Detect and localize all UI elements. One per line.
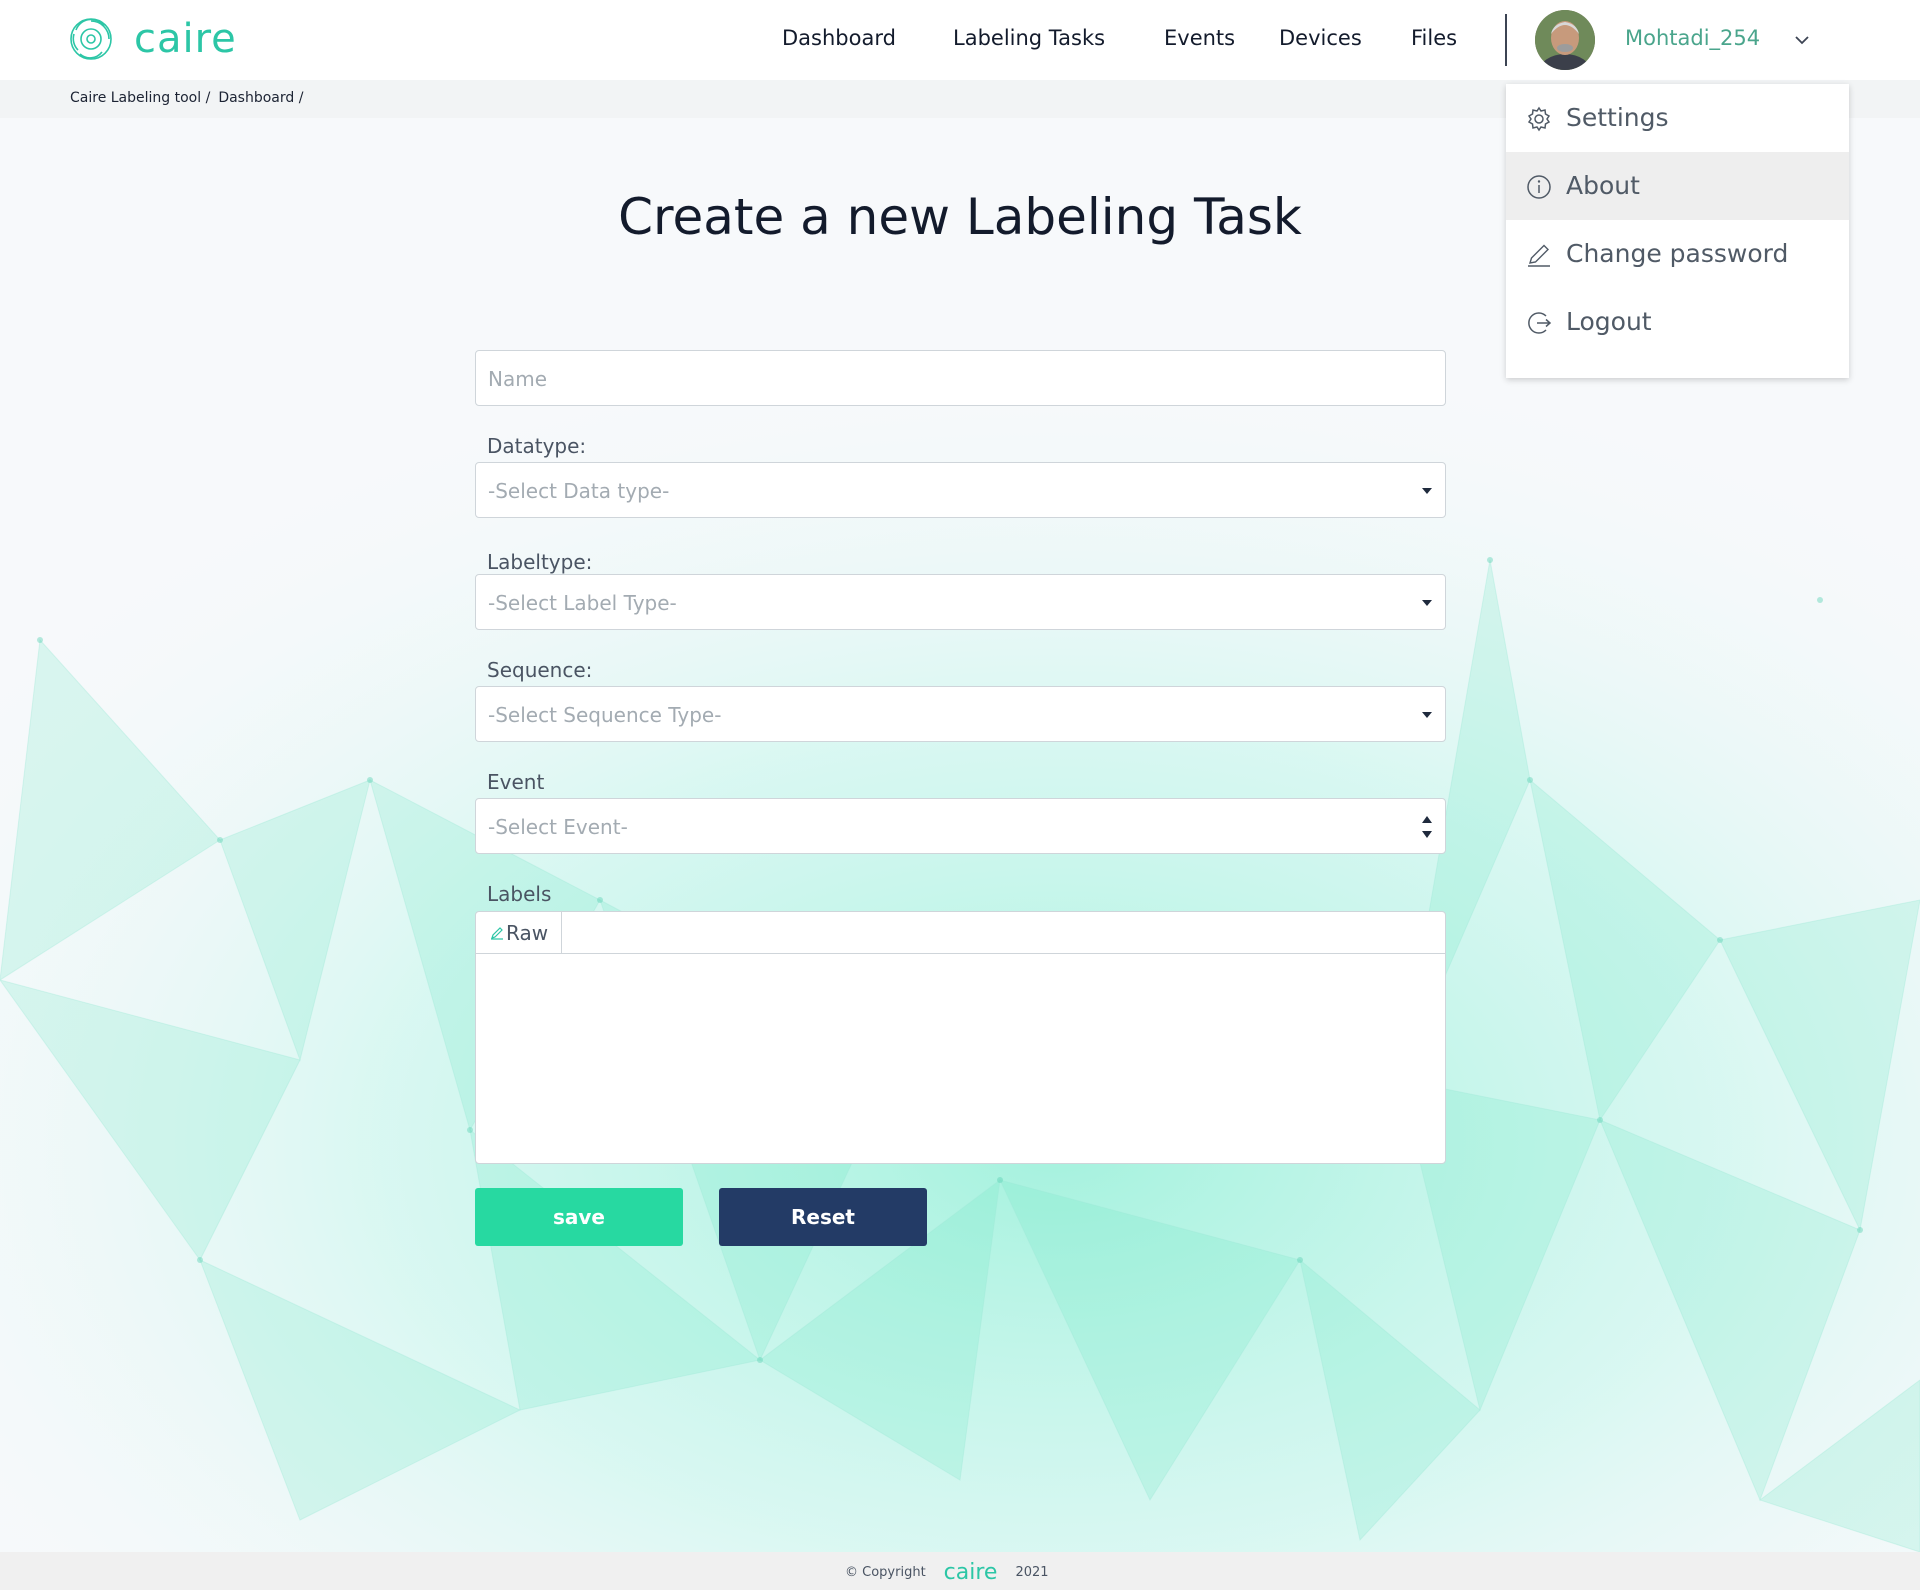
sequence-label: Sequence: — [487, 658, 593, 682]
footer-year: 2021 — [1015, 1565, 1049, 1580]
spinner-arrows-icon — [1422, 816, 1432, 838]
breadcrumb-item-home[interactable]: Caire Labeling tool / — [70, 90, 210, 106]
name-placeholder: Name — [488, 367, 548, 391]
event-label: Event — [487, 770, 545, 794]
breadcrumb-item-dashboard[interactable]: Dashboard / — [218, 90, 303, 106]
copyright-text: © Copyright — [845, 1565, 926, 1580]
footer: © Copyright caire 2021 — [0, 1552, 1920, 1590]
editor-toolbar: Raw — [476, 912, 1445, 954]
logout-icon — [1528, 312, 1552, 334]
info-icon — [1527, 175, 1551, 199]
event-select[interactable]: -Select Event- — [475, 798, 1446, 854]
breadcrumb: Caire Labeling tool / Dashboard / — [70, 90, 303, 106]
menu-item-settings[interactable]: Settings — [1506, 84, 1849, 152]
user-name[interactable]: Mohtadi_254 — [1625, 26, 1760, 50]
footer-brand: caire — [943, 1560, 998, 1585]
brand-name: caire — [134, 16, 237, 62]
user-menu: Settings About Change password Logout — [1506, 84, 1849, 378]
menu-item-change-password[interactable]: Change password — [1506, 220, 1849, 288]
labels-editor: Raw — [475, 911, 1446, 1164]
footer-content: © Copyright caire 2021 — [845, 1560, 1049, 1585]
pencil-icon — [491, 927, 503, 940]
menu-item-about[interactable]: About — [1506, 152, 1849, 220]
nav-events[interactable]: Events — [1164, 26, 1235, 50]
datatype-label: Datatype: — [487, 434, 587, 458]
copyright-icon: © — [845, 1565, 858, 1580]
nav-files[interactable]: Files — [1411, 26, 1457, 50]
caret-down-icon — [1422, 488, 1432, 494]
pencil-icon — [1528, 244, 1550, 267]
name-field[interactable]: Name — [475, 350, 1446, 406]
caret-down-icon — [1422, 712, 1432, 718]
avatar[interactable] — [1535, 10, 1595, 70]
labeltype-label: Labeltype: — [487, 550, 593, 574]
datatype-placeholder: -Select Data type- — [488, 479, 670, 503]
menu-item-logout[interactable]: Logout — [1506, 288, 1849, 356]
nav-devices[interactable]: Devices — [1279, 26, 1362, 50]
reset-button[interactable]: Reset — [719, 1188, 927, 1246]
caret-down-icon — [1422, 600, 1432, 606]
labels-label: Labels — [487, 882, 552, 906]
brand-logo[interactable]: caire — [68, 16, 237, 62]
datatype-select[interactable]: -Select Data type- — [475, 462, 1446, 518]
raw-tab[interactable]: Raw — [476, 912, 562, 954]
nav-labeling-tasks[interactable]: Labeling Tasks — [953, 26, 1105, 50]
gear-icon — [1527, 106, 1551, 132]
save-button[interactable]: save — [475, 1188, 683, 1246]
labeltype-placeholder: -Select Label Type- — [488, 591, 677, 615]
menu-item-change-password-label: Change password — [1566, 239, 1789, 268]
caire-spiral-icon — [70, 18, 112, 60]
user-portrait-icon — [1535, 10, 1595, 70]
event-placeholder: -Select Event- — [488, 815, 628, 839]
menu-item-settings-label: Settings — [1566, 103, 1669, 132]
menu-item-logout-label: Logout — [1566, 307, 1652, 336]
labels-textarea[interactable] — [476, 954, 1445, 1163]
nav-divider — [1505, 14, 1507, 66]
raw-tab-label: Raw — [506, 921, 549, 945]
sequence-select[interactable]: -Select Sequence Type- — [475, 686, 1446, 742]
menu-item-about-label: About — [1566, 171, 1640, 200]
chevron-down-icon[interactable] — [1792, 30, 1812, 50]
nav-dashboard[interactable]: Dashboard — [782, 26, 896, 50]
copyright-label: Copyright — [862, 1565, 926, 1580]
top-navbar: caire Dashboard Labeling Tasks Events De… — [0, 0, 1920, 80]
sequence-placeholder: -Select Sequence Type- — [488, 703, 722, 727]
labeltype-select[interactable]: -Select Label Type- — [475, 574, 1446, 630]
